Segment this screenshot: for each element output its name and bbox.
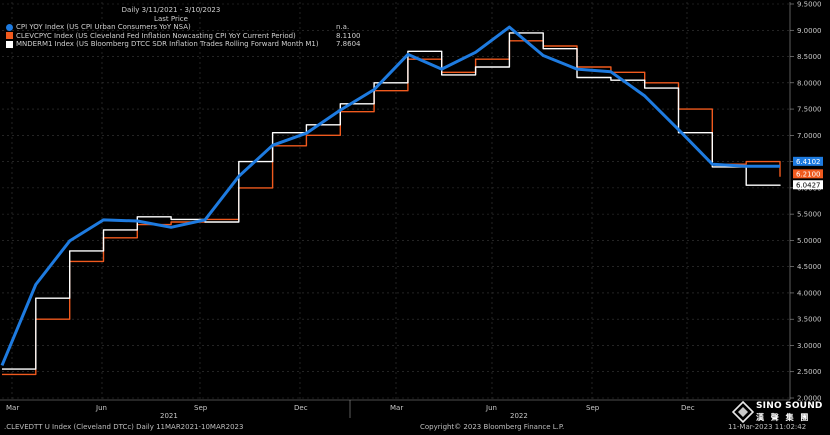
logo-english: SINO SOUND xyxy=(756,401,823,411)
chart: 2.00002.50003.00003.50004.00004.50005.00… xyxy=(0,1,823,420)
series-line-1 xyxy=(2,40,781,376)
legend-entry-cpi: CPI YOY Index (US CPI Urban Consumers Yo… xyxy=(6,23,366,32)
x-axis-ticks: Mar Jun Sep Dec Mar Jun Sep Dec 2021 2022 xyxy=(6,400,695,420)
last-value-label: 6.4102 xyxy=(796,158,821,166)
y-tick-label: 4.5000 xyxy=(797,263,822,271)
y-tick-label: 7.5000 xyxy=(797,106,822,114)
x-tick-label: Mar xyxy=(6,404,19,412)
chart-legend: Daily 3/11/2021 - 3/10/2023 Last Price C… xyxy=(6,6,366,49)
legend-subheader: Last Price xyxy=(154,14,188,23)
x-tick-label: Dec xyxy=(294,404,308,412)
legend-name-cpi: CPI YOY Index (US CPI Urban Consumers Yo… xyxy=(16,23,191,31)
legend-value-mnderm: 7.8604 xyxy=(336,40,361,48)
y-tick-label: 8.5000 xyxy=(797,53,822,61)
legend-swatch-clev xyxy=(6,32,13,40)
x-tick-label: Jun xyxy=(95,404,107,412)
x-year-label: 2022 xyxy=(510,412,528,420)
logo-mark-icon xyxy=(732,401,754,423)
x-year-label: 2021 xyxy=(160,412,178,420)
y-axis-ticks: 2.00002.50003.00003.50004.00004.50005.00… xyxy=(790,1,822,403)
y-tick-label: 5.5000 xyxy=(797,211,822,219)
x-tick-label: Sep xyxy=(194,404,208,412)
legend-entry-mnderm: MNDERM1 Index (US Bloomberg DTCC SDR Inf… xyxy=(6,40,366,49)
y-tick-label: 8.0000 xyxy=(797,79,822,87)
logo-chinese: 漢 聲 集 團 xyxy=(756,413,811,422)
series-lines xyxy=(0,25,781,376)
legend-value-clev: 8.1100 xyxy=(336,31,361,40)
y-tick-label: 3.5000 xyxy=(797,316,822,324)
legend-name-mnderm: MNDERM1 Index (US Bloomberg DTCC SDR Inf… xyxy=(16,40,319,48)
legend-name-clev: CLEVCPYC Index (US Cleveland Fed Inflati… xyxy=(16,31,296,40)
series-line-0 xyxy=(0,25,780,366)
y-tick-label: 9.0000 xyxy=(797,27,822,35)
last-value-label: 6.0427 xyxy=(796,181,821,189)
footer-copyright: Copyright© 2023 Bloomberg Finance L.P. xyxy=(420,423,565,431)
x-tick-label: Jun xyxy=(485,404,497,412)
footer-security: .CLEVEDTT U Index (Cleveland DTCc) Daily… xyxy=(4,423,244,431)
y-tick-label: 2.5000 xyxy=(797,368,822,376)
legend-period: Daily 3/11/2021 - 3/10/2023 xyxy=(121,6,221,14)
footer-bar: .CLEVEDTT U Index (Cleveland DTCc) Daily… xyxy=(0,421,830,435)
legend-swatch-mnderm xyxy=(6,40,13,48)
last-value-labels: 6.4102 6.2100 6.0427 xyxy=(793,156,823,190)
y-tick-label: 7.0000 xyxy=(797,132,822,140)
y-tick-label: 5.0000 xyxy=(797,237,822,245)
x-tick-label: Sep xyxy=(586,404,600,412)
y-tick-label: 3.0000 xyxy=(797,342,822,350)
x-tick-label: Dec xyxy=(681,404,695,412)
sino-sound-logo: SINO SOUND 漢 聲 集 團 xyxy=(730,400,828,424)
legend-value-cpi: n.a. xyxy=(336,23,350,31)
legend-swatch-cpi xyxy=(6,23,13,31)
last-value-label: 6.2100 xyxy=(796,170,821,178)
legend-entry-clev: CLEVCPYC Index (US Cleveland Fed Inflati… xyxy=(6,32,366,41)
grid-lines xyxy=(2,2,790,400)
x-tick-label: Mar xyxy=(390,404,403,412)
y-tick-label: 9.5000 xyxy=(797,1,822,9)
y-tick-label: 4.0000 xyxy=(797,289,822,297)
footer-timestamp: 11-Mar-2023 11:02:42 xyxy=(728,423,807,431)
